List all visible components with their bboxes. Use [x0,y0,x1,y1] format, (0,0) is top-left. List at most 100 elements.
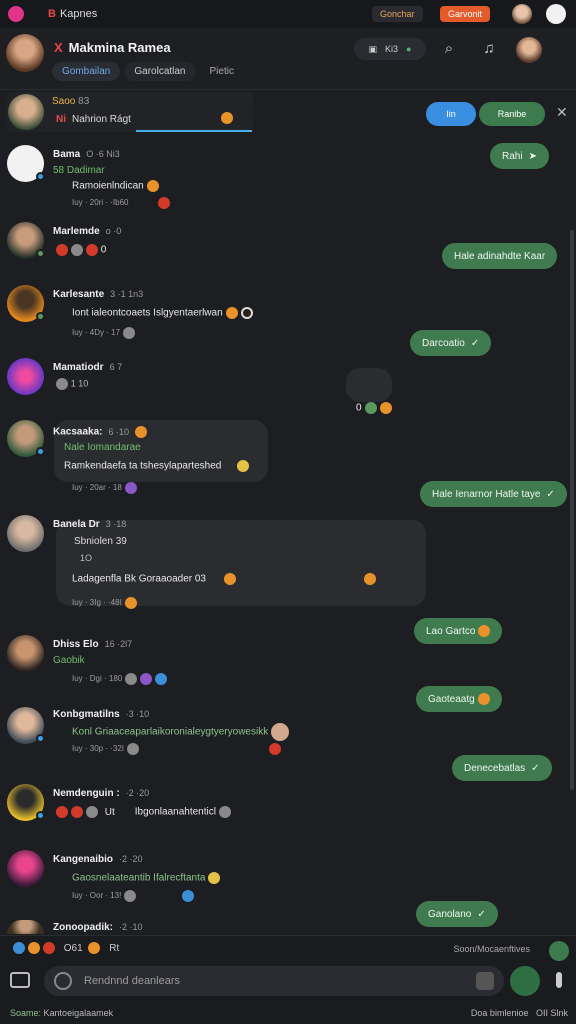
user-avatar[interactable] [512,4,532,24]
mic-icon[interactable] [556,972,562,988]
sender-name: Kangenaibio ·2 ·20 [53,854,143,865]
emoji-icon[interactable] [54,972,72,990]
tab-pietic[interactable]: Pietic [200,62,244,81]
check-icon: ➤ [528,150,537,162]
sender-avatar[interactable] [7,222,45,259]
self-avatar[interactable] [516,37,542,63]
reaction-icon [237,460,250,472]
message-subtitle: Gaobik [53,655,85,666]
contact-name: X Makmina Ramea [54,40,171,55]
message-text: Ut Ibgonlaanahtenticl [53,806,231,818]
sender-name: Bama O ·6 Ni3 [53,149,120,160]
gif-icon[interactable] [476,972,494,990]
reaction-hint: Soon/Mocaenftives [453,944,530,954]
tab-garolcatlan[interactable]: Garolcatlan [124,62,196,81]
reaction-avatar [271,723,290,741]
close-icon[interactable]: ✕ [556,104,568,121]
tab-gombailan[interactable]: Gombailan [52,62,121,81]
message-text: Ramkendaefa ta tshesylaparteshed [64,460,250,472]
reaction-icon[interactable] [13,942,25,954]
globe-icon: ● [406,44,412,54]
app-logo-icon [8,6,24,22]
message-meta: Iuy · 30p · ·32I [72,743,282,755]
message-text: Iont ialeontcoaets Islgyentaerlwan [72,307,253,319]
sender-avatar[interactable] [7,707,45,744]
reaction-icon [155,673,168,685]
message-text: Konl Griaaceaparlaikoronialeygtyeryowesi… [72,723,290,741]
bell-icon[interactable]: ♫ [480,40,498,58]
reply-name: Saoo 83 [52,96,90,107]
chip-gonchar[interactable]: Gonchar [372,6,423,22]
message-text: Ladagenfla Bk Goraaoader 03 [72,573,376,585]
outgoing-message[interactable]: Rahi ➤ [490,143,549,169]
search-icon[interactable]: ⌕ [440,40,458,58]
reaction-avatar [240,307,253,319]
reply-preview[interactable]: Saoo 83 Ni Nahrion Rágt [6,92,254,132]
reaction-icon [56,244,68,256]
sender-name: Dhiss Elo 16 ·2l7 [53,639,133,650]
outgoing-message[interactable]: Lao Gartco [414,618,503,644]
contact-avatar[interactable] [6,34,44,72]
message-meta: Iuy · 20ar · 18 [72,482,137,494]
message-meta: Iuy · Dgi · 180 [72,673,168,685]
smile-icon [221,112,233,124]
sender-avatar[interactable] [7,420,45,457]
sender-avatar[interactable] [7,635,44,672]
header-tabs: Gombailan Garolcatlan Pietic [52,62,244,81]
reaction-icon[interactable] [43,942,55,954]
send-button[interactable] [510,966,540,996]
reaction-icon [364,573,376,585]
message-subtitle: 58 Dadimar [53,165,105,176]
reaction-icon [225,307,238,319]
scrollbar[interactable] [570,230,574,790]
sender-avatar[interactable] [7,850,44,887]
outgoing-message[interactable]: Ganolano ✓ [416,901,498,927]
reaction-icon [124,890,137,902]
reaction-icon [123,327,136,339]
sender-name: Kacsaaka: 6 ·10 [53,426,147,438]
sender-name: Nemdenguin : ·2 ·20 [53,788,150,799]
call-button[interactable]: ▣ Ki3 ● [354,38,426,60]
sender-avatar[interactable] [7,145,45,182]
reaction-icon [86,806,98,818]
profile-icon[interactable] [546,4,566,24]
sender-avatar[interactable] [7,515,44,552]
footer-right: Doa bimlenioe OII Slnk [470,1008,568,1018]
message-text: Ramoienlndican [72,180,159,192]
reaction-icon[interactable] [28,942,40,954]
reply-text: Ni Nahrion Rágt [56,114,131,125]
reaction-icon [124,482,137,494]
outgoing-message[interactable]: Gaoteaatg [416,686,502,712]
reaction-icon[interactable] [88,942,101,954]
online-icon [36,249,45,258]
top-bar: B Kapnes Gonchar Garvonit [0,0,576,28]
sender-avatar[interactable] [7,285,45,322]
reply-pill-left[interactable]: Iin [426,102,476,126]
message-input[interactable]: Rendnnd deanlears [44,966,504,996]
reaction-icon [140,673,153,685]
online-icon [36,734,45,743]
add-reaction-icon[interactable] [549,941,569,961]
message-list: Saoo 83 Ni Nahrion Rágt Iin Ranibe ✕ Bama… [0,90,576,935]
outgoing-message[interactable]: Hale Ienarnor Hatle taye ✓ [420,481,567,507]
chat-header: X Makmina Ramea Gombailan Garolcatlan Pie… [0,28,576,90]
outgoing-message[interactable]: Darcoatio ✓ [410,330,492,356]
sender-avatar[interactable] [7,784,45,821]
reply-pill-right[interactable]: Ranibe [479,102,545,126]
attach-icon[interactable] [10,972,30,988]
online-icon [36,172,45,181]
typing-bubble [346,368,392,402]
reaction-icon [478,625,491,637]
message-meta: Iuy · 4Dy · 17 [72,327,136,339]
chip-garvonit[interactable]: Garvonit [440,6,491,22]
outgoing-message[interactable]: Hale adinahdte Kaar [442,243,558,269]
message-extra: 1O [80,553,93,563]
reaction-icon [86,244,98,256]
outgoing-message[interactable]: Denecebatlas ✓ [452,755,552,781]
sender-avatar[interactable] [7,920,44,934]
small-reaction: 0 [356,402,392,414]
sender-avatar[interactable] [7,358,44,395]
check-icon: ✓ [546,488,555,500]
check-icon: ✓ [470,337,480,349]
message-meta: Iuy · Oor · 13! [72,890,195,902]
